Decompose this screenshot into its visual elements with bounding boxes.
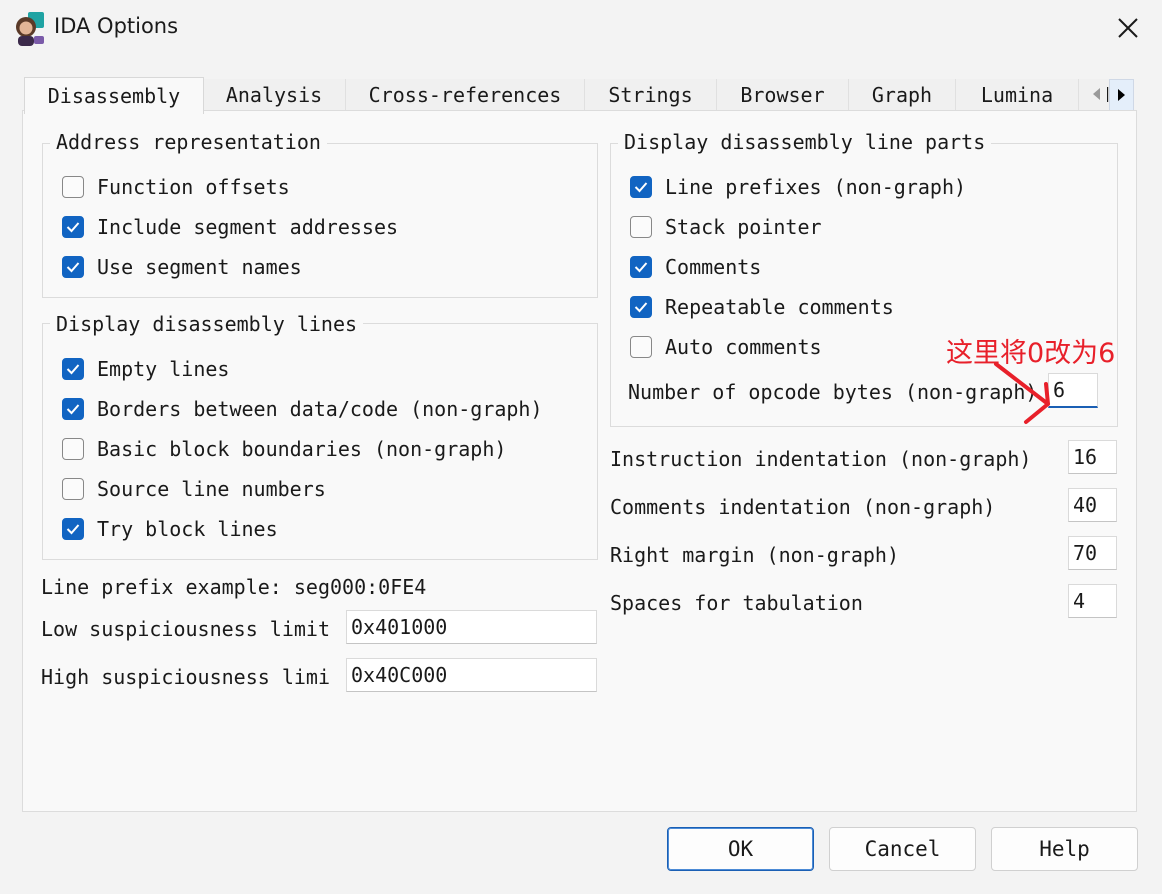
repeatable-comments-checkbox[interactable] [630, 296, 652, 318]
repeatable-comments-label: Repeatable comments [665, 295, 894, 319]
stack-pointer-label: Stack pointer [665, 215, 822, 239]
instruction-indentation-input[interactable]: 16 [1068, 440, 1117, 474]
stack-pointer-option[interactable]: Stack pointer [630, 215, 822, 239]
instruction-indentation-label: Instruction indentation (non-graph) [610, 447, 1032, 471]
empty-lines-checkbox[interactable] [62, 358, 84, 380]
comments-checkbox[interactable] [630, 256, 652, 278]
spaces-tabulation-input[interactable]: 4 [1068, 584, 1117, 618]
stack-pointer-checkbox[interactable] [630, 216, 652, 238]
function-offsets-option[interactable]: Function offsets [62, 175, 290, 199]
high-suspiciousness-input[interactable]: 0x40C000 [346, 658, 597, 692]
close-icon [1118, 18, 1138, 38]
include-segment-addresses-checkbox[interactable] [62, 216, 84, 238]
display-disassembly-lines-title: Display disassembly lines [50, 312, 364, 336]
basic-block-boundaries-label: Basic block boundaries (non-graph) [97, 437, 507, 461]
checkmark-icon [66, 524, 80, 535]
right-margin-input[interactable]: 70 [1068, 536, 1117, 570]
include-segment-addresses-label: Include segment addresses [97, 215, 399, 239]
auto-comments-option[interactable]: Auto comments [630, 335, 822, 359]
checkmark-icon [66, 364, 80, 375]
tab-scroll-right-button[interactable] [1109, 79, 1134, 111]
use-segment-names-label: Use segment names [97, 255, 302, 279]
opcode-bytes-label: Number of opcode bytes (non-graph) [628, 380, 1038, 404]
tab-browser[interactable]: Browser [717, 79, 849, 111]
include-segment-addresses-option[interactable]: Include segment addresses [62, 215, 398, 239]
line-prefix-example: Line prefix example: seg000:0FE4 [41, 575, 427, 599]
borders-option[interactable]: Borders between data/code (non-graph) [62, 397, 543, 421]
annotation-arrow-icon [994, 362, 1050, 424]
tab-graph[interactable]: Graph [849, 79, 956, 111]
line-parts-title: Display disassembly line parts [618, 130, 992, 154]
cancel-button[interactable]: Cancel [829, 827, 976, 871]
checkmark-icon [66, 404, 80, 415]
line-prefixes-label: Line prefixes (non-graph) [665, 175, 967, 199]
tab-lumina[interactable]: Lumina [956, 79, 1079, 111]
chevron-left-icon [1092, 88, 1100, 100]
source-line-numbers-checkbox[interactable] [62, 478, 84, 500]
auto-comments-checkbox[interactable] [630, 336, 652, 358]
checkmark-icon [634, 302, 648, 313]
function-offsets-label: Function offsets [97, 175, 290, 199]
empty-lines-option[interactable]: Empty lines [62, 357, 229, 381]
help-button[interactable]: Help [991, 827, 1138, 871]
source-line-numbers-label: Source line numbers [97, 477, 326, 501]
use-segment-names-checkbox[interactable] [62, 256, 84, 278]
checkmark-icon [634, 262, 648, 273]
empty-lines-label: Empty lines [97, 357, 230, 381]
comments-option[interactable]: Comments [630, 255, 761, 279]
tab-cross-references[interactable]: Cross-references [346, 79, 585, 111]
high-suspiciousness-label: High suspiciousness limi [41, 665, 330, 689]
borders-label: Borders between data/code (non-graph) [97, 397, 543, 421]
source-line-numbers-option[interactable]: Source line numbers [62, 477, 326, 501]
window-title: IDA Options [54, 14, 179, 38]
tab-strings[interactable]: Strings [585, 79, 717, 111]
ok-button[interactable]: OK [667, 827, 814, 871]
try-block-lines-label: Try block lines [97, 517, 278, 541]
basic-block-boundaries-checkbox[interactable] [62, 438, 84, 460]
checkmark-icon [66, 222, 80, 233]
checkmark-icon [634, 182, 648, 193]
spaces-tabulation-label: Spaces for tabulation [610, 591, 863, 615]
low-suspiciousness-label: Low suspiciousness limit [41, 617, 330, 641]
try-block-lines-option[interactable]: Try block lines [62, 517, 278, 541]
comments-label: Comments [665, 255, 762, 279]
auto-comments-label: Auto comments [665, 335, 822, 359]
comments-indentation-input[interactable]: 40 [1068, 488, 1117, 522]
basic-block-boundaries-option[interactable]: Basic block boundaries (non-graph) [62, 437, 506, 461]
chevron-right-icon [1117, 89, 1125, 101]
tab-disassembly[interactable]: Disassembly [24, 77, 204, 114]
function-offsets-checkbox[interactable] [62, 176, 84, 198]
tab-scroll-left-button[interactable] [1084, 79, 1107, 109]
comments-indentation-label: Comments indentation (non-graph) [610, 495, 996, 519]
ida-app-icon [12, 10, 48, 46]
low-suspiciousness-input[interactable]: 0x401000 [346, 610, 597, 644]
line-prefixes-checkbox[interactable] [630, 176, 652, 198]
tab-analysis[interactable]: Analysis [203, 79, 346, 111]
line-prefixes-option[interactable]: Line prefixes (non-graph) [630, 175, 966, 199]
use-segment-names-option[interactable]: Use segment names [62, 255, 302, 279]
borders-checkbox[interactable] [62, 398, 84, 420]
checkmark-icon [66, 262, 80, 273]
close-button[interactable] [1100, 8, 1156, 48]
right-margin-label: Right margin (non-graph) [610, 543, 899, 567]
address-representation-title: Address representation [50, 130, 327, 154]
try-block-lines-checkbox[interactable] [62, 518, 84, 540]
repeatable-comments-option[interactable]: Repeatable comments [630, 295, 894, 319]
